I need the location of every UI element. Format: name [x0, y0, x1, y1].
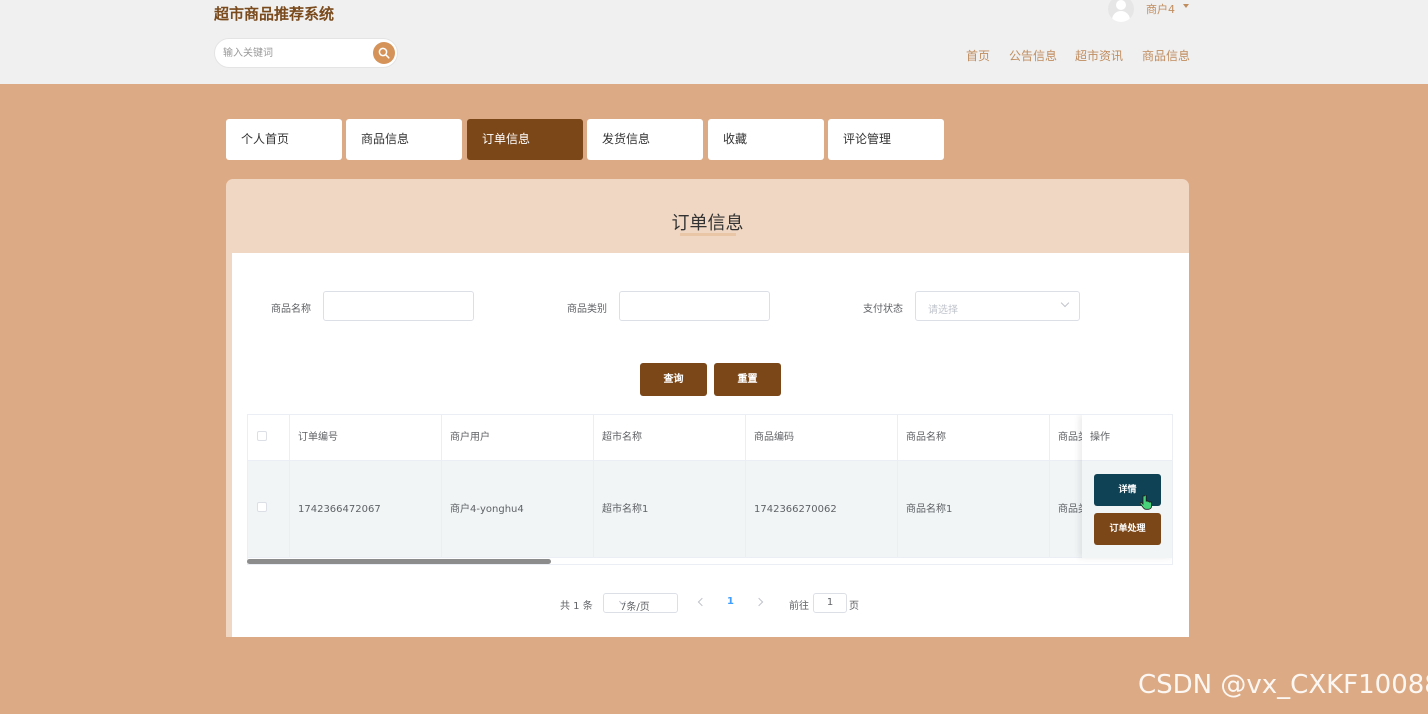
tab-profile[interactable]: 个人首页	[226, 119, 342, 160]
pay-status-select[interactable]: 请选择	[915, 291, 1080, 321]
ops-column: 操作 详情 订单处理	[1082, 415, 1172, 558]
watermark: CSDN @vx_CXKF10088	[1138, 670, 1428, 700]
search-box	[214, 38, 398, 68]
orders-panel: 订单信息 商品名称 商品类别 支付状态 请选择 查询 重置 订单编号 商户用户 …	[226, 179, 1189, 637]
goto-label: 前往	[789, 601, 809, 612]
select-all-cell	[248, 415, 290, 460]
tab-comments[interactable]: 评论管理	[828, 119, 944, 160]
order-process-button[interactable]: 订单处理	[1094, 513, 1161, 545]
prev-page-icon[interactable]	[697, 597, 707, 607]
user-name[interactable]: 商户4	[1146, 1, 1175, 17]
search-icon	[378, 47, 390, 59]
scrollbar-thumb[interactable]	[247, 559, 551, 564]
pay-status-label: 支付状态	[863, 304, 903, 315]
page-size-select[interactable]: 7条/页	[603, 593, 678, 613]
page-suffix-label: 页	[849, 601, 859, 612]
nav-products[interactable]: 商品信息	[1142, 47, 1190, 64]
ops-cell: 详情 订单处理	[1082, 461, 1172, 558]
caret-down-icon[interactable]	[1183, 4, 1189, 8]
avatar[interactable]	[1108, 0, 1134, 22]
next-page-icon[interactable]	[754, 597, 764, 607]
search-button[interactable]	[373, 42, 395, 64]
search-input[interactable]	[223, 45, 363, 61]
product-category-label: 商品类别	[567, 304, 607, 315]
chevron-down-icon	[1060, 298, 1070, 308]
tab-products[interactable]: 商品信息	[346, 119, 462, 160]
pay-status-placeholder: 请选择	[928, 305, 958, 316]
cell-product-name: 商品名称1	[898, 461, 1050, 557]
select-all-checkbox[interactable]	[257, 431, 267, 441]
table-horizontal-scrollbar[interactable]	[247, 559, 1173, 565]
query-button[interactable]: 查询	[640, 363, 707, 396]
cell-order-no: 1742366472067	[290, 461, 442, 557]
cell-store-name: 超市名称1	[594, 461, 746, 557]
product-category-input[interactable]	[619, 291, 770, 321]
row-select-cell	[248, 461, 290, 557]
reset-button[interactable]: 重置	[714, 363, 781, 396]
page-title: 订单信息	[671, 213, 744, 234]
header-wave-divider	[0, 72, 1428, 82]
row-checkbox[interactable]	[257, 502, 267, 512]
title-underline	[680, 233, 736, 236]
tab-orders[interactable]: 订单信息	[467, 119, 583, 160]
orders-table: 订单编号 商户用户 超市名称 商品编码 商品名称 商品类 17423664720…	[247, 414, 1173, 565]
current-page-number[interactable]: 1	[727, 596, 734, 607]
site-title: 超市商品推荐系统	[214, 5, 335, 23]
col-order-no[interactable]: 订单编号	[290, 415, 442, 460]
col-product-code[interactable]: 商品编码	[746, 415, 898, 460]
pointer-hand-icon	[1140, 495, 1152, 510]
nav-notices[interactable]: 公告信息	[1009, 47, 1057, 64]
product-name-input[interactable]	[323, 291, 474, 321]
nav-home[interactable]: 首页	[966, 47, 990, 64]
product-name-label: 商品名称	[271, 304, 311, 315]
col-store-name[interactable]: 超市名称	[594, 415, 746, 460]
cell-merchant-user: 商户4-yonghu4	[442, 461, 594, 557]
col-merchant-user[interactable]: 商户用户	[442, 415, 594, 460]
table-header: 订单编号 商户用户 超市名称 商品编码 商品名称 商品类	[248, 415, 1172, 461]
goto-page-input[interactable]: 1	[813, 593, 847, 613]
panel-content: 商品名称 商品类别 支付状态 请选择 查询 重置 订单编号 商户用户 超市名称 …	[232, 253, 1189, 637]
col-product-name[interactable]: 商品名称	[898, 415, 1050, 460]
tab-favorites[interactable]: 收藏	[708, 119, 824, 160]
nav-news[interactable]: 超市资讯	[1075, 47, 1123, 64]
tab-shipping[interactable]: 发货信息	[587, 119, 703, 160]
table-row: 1742366472067 商户4-yonghu4 超市名称1 17423662…	[248, 461, 1172, 558]
col-operations: 操作	[1082, 415, 1172, 461]
pagination-total: 共 1 条	[560, 601, 593, 612]
cell-product-code: 1742366270062	[746, 461, 898, 557]
